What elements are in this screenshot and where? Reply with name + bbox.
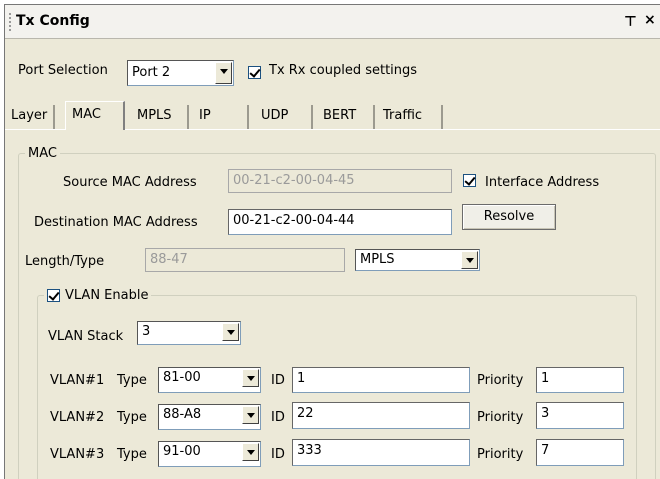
chevron-down-icon[interactable] xyxy=(461,251,478,269)
chevron-down-icon[interactable] xyxy=(222,323,239,341)
drag-grip-icon[interactable] xyxy=(9,13,11,31)
vlan-group-legend: VLAN Enable xyxy=(44,288,151,303)
vlan-id-label: ID xyxy=(271,447,285,462)
vlan-id-label: ID xyxy=(271,410,285,425)
tx-rx-coupled-checkbox[interactable] xyxy=(248,66,261,79)
vlan2-id-field[interactable]: 22 xyxy=(292,402,470,429)
vlan-priority-label: Priority xyxy=(477,410,524,425)
vlan2-type-value: 88-A8 xyxy=(163,407,202,422)
vlan-id-label: ID xyxy=(271,373,285,388)
vlan-enable-checkbox[interactable] xyxy=(47,289,60,302)
source-mac-label: Source MAC Address xyxy=(63,175,197,190)
source-mac-value: 00-21-c2-00-04-45 xyxy=(233,173,355,188)
chevron-down-icon[interactable] xyxy=(242,406,259,424)
chevron-down-icon[interactable] xyxy=(242,443,259,461)
tab-mpls[interactable]: MPLS xyxy=(131,105,189,129)
interface-address-label: Interface Address xyxy=(485,175,600,190)
vlan2-type-dropdown[interactable]: 88-A8 xyxy=(158,404,261,430)
tab-udp[interactable]: UDP xyxy=(255,105,313,129)
pin-icon[interactable]: ⊥ xyxy=(624,12,637,28)
destination-mac-value: 00-21-c2-00-04-44 xyxy=(233,213,355,228)
chevron-down-icon[interactable] xyxy=(242,369,259,387)
vlan-row-name: VLAN#1 xyxy=(50,373,105,388)
port-selection-value: Port 2 xyxy=(132,65,171,80)
vlan2-priority-value: 3 xyxy=(541,406,550,421)
resolve-button[interactable]: Resolve xyxy=(462,204,556,230)
protocol-value: MPLS xyxy=(360,252,395,267)
vlan-stack-label: VLAN Stack xyxy=(48,329,124,344)
close-icon[interactable]: × xyxy=(644,12,656,28)
length-type-label: Length/Type xyxy=(25,254,105,269)
length-type-field: 88-47 xyxy=(145,248,345,272)
tx-config-panel: Tx Config ⊥ × Port Selection Port 2 Tx R… xyxy=(4,4,660,479)
vlan3-id-field[interactable]: 333 xyxy=(292,439,470,466)
tab-bar: Layer MAC MPLS IP UDP BERT Traffic xyxy=(5,101,660,130)
destination-mac-field[interactable]: 00-21-c2-00-04-44 xyxy=(228,209,452,235)
vlan-stack-value: 3 xyxy=(142,324,151,339)
tab-bert[interactable]: BERT xyxy=(317,105,375,129)
mac-group-label: MAC xyxy=(28,146,57,161)
vlan-row-name: VLAN#2 xyxy=(50,410,105,425)
vlan3-type-dropdown[interactable]: 91-00 xyxy=(158,441,261,467)
vlan1-type-value: 81-00 xyxy=(163,370,201,385)
panel-title: Tx Config xyxy=(16,13,90,29)
tab-ip[interactable]: IP xyxy=(193,105,249,129)
vlan1-id-field[interactable]: 1 xyxy=(292,367,470,393)
vlan2-id-value: 22 xyxy=(297,406,314,421)
vlan1-priority-field[interactable]: 1 xyxy=(536,367,624,393)
length-type-value: 88-47 xyxy=(150,252,188,267)
vlan1-priority-value: 1 xyxy=(541,371,550,386)
vlan-enable-label: VLAN Enable xyxy=(65,288,149,303)
tab-traffic[interactable]: Traffic xyxy=(377,105,443,129)
vlan3-id-value: 333 xyxy=(297,443,322,458)
vlan1-type-dropdown[interactable]: 81-00 xyxy=(158,367,261,393)
title-bar: Tx Config ⊥ × xyxy=(5,5,660,39)
tx-rx-coupled-label: Tx Rx coupled settings xyxy=(269,63,418,78)
vlan3-priority-field[interactable]: 7 xyxy=(536,439,624,466)
port-selection-label: Port Selection xyxy=(18,63,108,78)
vlan-priority-label: Priority xyxy=(477,447,524,462)
vlan1-id-value: 1 xyxy=(297,371,306,386)
vlan3-priority-value: 7 xyxy=(541,443,550,458)
interface-address-checkbox[interactable] xyxy=(463,174,476,187)
protocol-dropdown[interactable]: MPLS xyxy=(355,249,480,271)
vlan-type-label: Type xyxy=(117,447,147,462)
port-selection-dropdown[interactable]: Port 2 xyxy=(127,60,234,86)
vlan3-type-value: 91-00 xyxy=(163,444,201,459)
tab-layer[interactable]: Layer xyxy=(5,105,56,129)
tab-mac[interactable]: MAC xyxy=(65,101,125,130)
vlan-stack-dropdown[interactable]: 3 xyxy=(137,321,241,345)
vlan-priority-label: Priority xyxy=(477,373,524,388)
vlan-type-label: Type xyxy=(117,373,147,388)
vlan2-priority-field[interactable]: 3 xyxy=(536,402,624,429)
chevron-down-icon[interactable] xyxy=(215,62,232,84)
source-mac-field: 00-21-c2-00-04-45 xyxy=(228,169,452,193)
destination-mac-label: Destination MAC Address xyxy=(34,215,198,230)
vlan-type-label: Type xyxy=(117,410,147,425)
vlan-row-name: VLAN#3 xyxy=(50,447,105,462)
